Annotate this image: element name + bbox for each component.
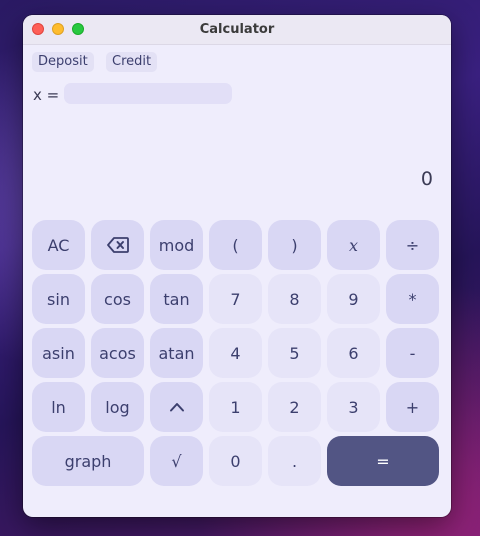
log-button[interactable]: log	[91, 382, 144, 432]
multiply-button[interactable]: *	[386, 274, 439, 324]
equals-button[interactable]: =	[327, 436, 439, 486]
close-paren-button[interactable]: )	[268, 220, 321, 270]
atan-button[interactable]: atan	[150, 328, 203, 378]
backspace-button[interactable]	[91, 220, 144, 270]
digit-2-button[interactable]: 2	[268, 382, 321, 432]
window-title: Calculator	[199, 22, 275, 37]
keypad: AC mod ( ) x ÷ sin cos tan 7 8 9 * asin …	[32, 220, 442, 486]
graph-button[interactable]: graph	[32, 436, 144, 486]
digit-4-button[interactable]: 4	[209, 328, 262, 378]
add-button[interactable]: +	[386, 382, 439, 432]
digit-7-button[interactable]: 7	[209, 274, 262, 324]
digit-8-button[interactable]: 8	[268, 274, 321, 324]
x-variable-input[interactable]	[64, 83, 232, 104]
asin-button[interactable]: asin	[32, 328, 85, 378]
decimal-point-button[interactable]: .	[268, 436, 321, 486]
digit-0-button[interactable]: 0	[209, 436, 262, 486]
digit-1-button[interactable]: 1	[209, 382, 262, 432]
all-clear-button[interactable]: AC	[32, 220, 85, 270]
mod-button[interactable]: mod	[150, 220, 203, 270]
tan-button[interactable]: tan	[150, 274, 203, 324]
result-display: 0	[420, 168, 433, 190]
title-bar: Calculator	[23, 15, 451, 45]
digit-3-button[interactable]: 3	[327, 382, 380, 432]
digit-9-button[interactable]: 9	[327, 274, 380, 324]
credit-tab[interactable]: Credit	[106, 52, 158, 72]
calculator-window: Calculator Deposit Credit x = 0 AC mod (…	[23, 15, 451, 517]
subtract-button[interactable]: -	[386, 328, 439, 378]
backspace-icon	[106, 237, 129, 253]
power-button[interactable]	[150, 382, 203, 432]
sqrt-button[interactable]: √	[150, 436, 203, 486]
acos-button[interactable]: acos	[91, 328, 144, 378]
open-paren-button[interactable]: (	[209, 220, 262, 270]
deposit-tab[interactable]: Deposit	[32, 52, 94, 72]
digit-6-button[interactable]: 6	[327, 328, 380, 378]
caret-icon	[169, 403, 184, 412]
sin-button[interactable]: sin	[32, 274, 85, 324]
digit-5-button[interactable]: 5	[268, 328, 321, 378]
x-variable-button[interactable]: x	[327, 220, 380, 270]
x-variable-label: x =	[33, 86, 60, 104]
divide-button[interactable]: ÷	[386, 220, 439, 270]
cos-button[interactable]: cos	[91, 274, 144, 324]
ln-button[interactable]: ln	[32, 382, 85, 432]
